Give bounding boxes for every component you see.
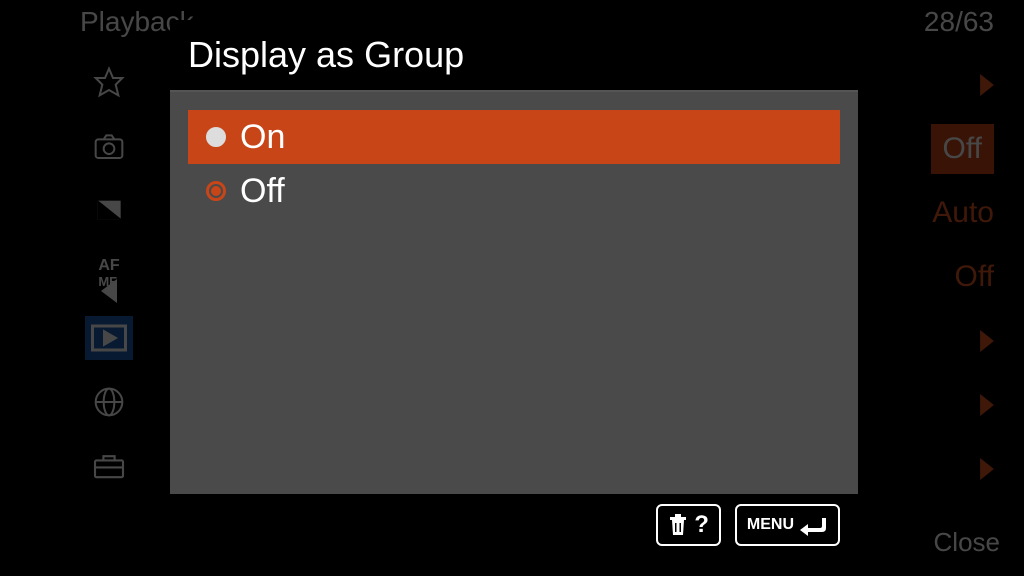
dialog-header: Display as Group [170, 20, 858, 92]
bg-right-column: Off Auto Off [931, 60, 994, 494]
bg-value-auto: Auto [932, 188, 994, 238]
playback-icon [85, 316, 133, 360]
bg-page-counter: 28/63 [924, 6, 994, 38]
bg-chevron-icon [980, 60, 994, 110]
back-arrow-icon [800, 514, 828, 536]
bg-chevron-icon [980, 380, 994, 430]
display-as-group-dialog: Display as Group On Off ? MENU [170, 20, 858, 556]
option-on[interactable]: On [188, 110, 840, 164]
bg-value-off2: Off [955, 252, 994, 302]
star-icon [85, 60, 133, 104]
menu-back-button[interactable]: MENU [735, 504, 840, 546]
option-label: Off [240, 172, 285, 211]
exposure-icon [85, 188, 133, 232]
bg-value-off: Off [931, 124, 994, 174]
menu-label: MENU [747, 516, 794, 534]
option-label: On [240, 118, 285, 157]
bg-close-label: Close [934, 527, 1000, 558]
bg-sidebar: AFMF [85, 60, 133, 488]
dialog-title: Display as Group [188, 34, 840, 76]
globe-icon [85, 380, 133, 424]
radio-icon [206, 127, 226, 147]
trash-icon [668, 514, 688, 536]
radio-icon [206, 181, 226, 201]
dialog-footer: ? MENU [170, 494, 858, 556]
help-button[interactable]: ? [656, 504, 721, 546]
nav-left-arrow-icon [100, 278, 118, 310]
bg-chevron-icon [980, 316, 994, 366]
help-symbol: ? [694, 511, 709, 539]
camera-icon [85, 124, 133, 168]
dialog-body: On Off [170, 92, 858, 494]
bg-chevron-icon [980, 444, 994, 494]
toolbox-icon [85, 444, 133, 488]
option-off[interactable]: Off [188, 164, 840, 218]
